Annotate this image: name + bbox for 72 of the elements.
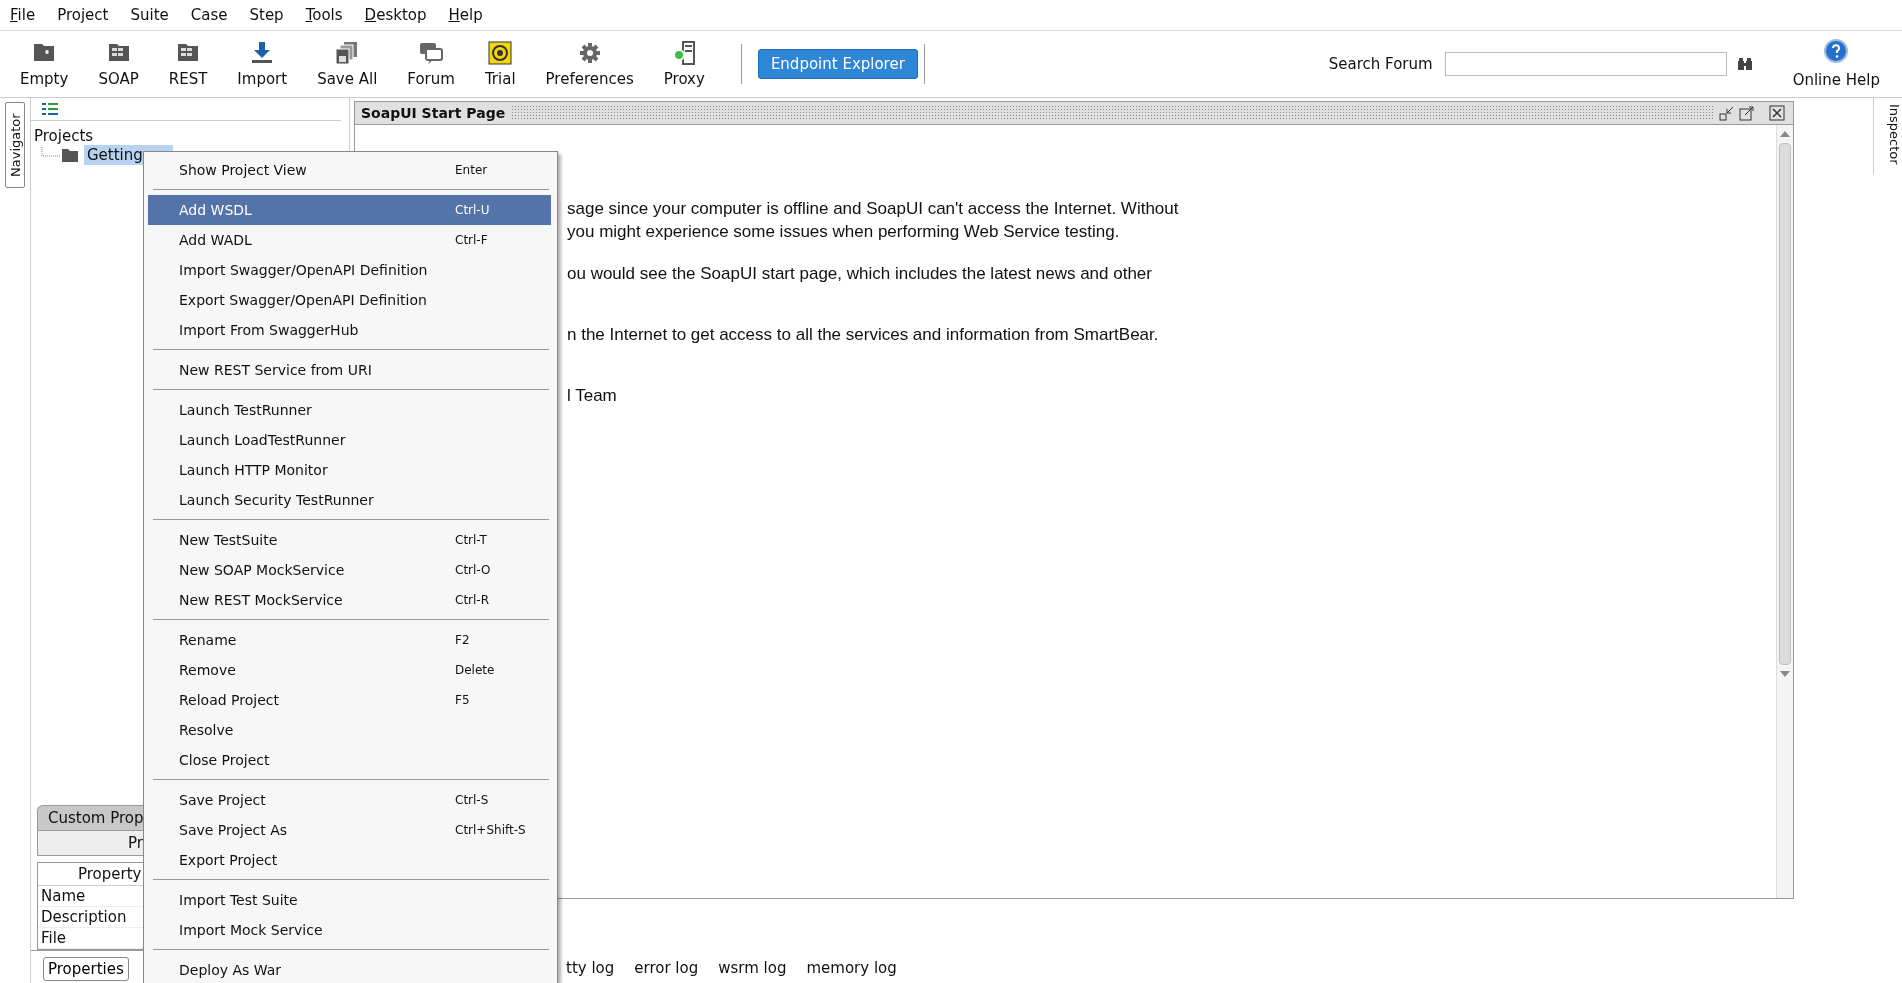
documents-icon	[335, 40, 360, 65]
toolbar-button[interactable]: Empty	[20, 40, 69, 88]
menu-item[interactable]: Launch TestRunner	[148, 395, 551, 425]
menu-item[interactable]: Case	[190, 4, 228, 26]
menu-item[interactable]: Import Swagger/OpenAPI Definition	[148, 255, 551, 285]
properties-button[interactable]: Properties	[43, 957, 129, 981]
menu-item[interactable]: Launch LoadTestRunner	[148, 425, 551, 455]
text-line: l Team	[567, 385, 618, 407]
toolbar-button[interactable]: Proxy	[663, 40, 705, 88]
menu-item[interactable]: New SOAP MockService Ctrl-O	[148, 555, 551, 585]
log-tab[interactable]: wsrm log	[718, 959, 787, 977]
menu-item[interactable]: New REST Service from URI	[148, 355, 551, 385]
tree-connector	[41, 147, 61, 157]
text-line: n the Internet to get access to all the services and information from SmartBear.	[567, 324, 1160, 346]
menu-item[interactable]: Tools	[305, 4, 343, 26]
toolbar-button[interactable]: Save All	[317, 40, 378, 88]
scroll-down-icon[interactable]	[1780, 671, 1790, 677]
minimize-icon[interactable]	[1719, 105, 1735, 121]
text-line: you might experience some issues when performing Web Service testing.	[567, 221, 1121, 243]
menu-item[interactable]: Launch HTTP Monitor	[148, 455, 551, 485]
server-icon	[672, 40, 697, 65]
menu-item[interactable]: Suite	[130, 4, 169, 26]
text-line: ou would see the SoapUI start page, which includes the latest news and other	[567, 263, 1153, 285]
log-tab[interactable]: tty log	[566, 959, 615, 977]
online-help-button[interactable]: Online Help	[1792, 39, 1880, 89]
log-tab[interactable]: memory log	[806, 959, 897, 977]
menu-item[interactable]: Add WSDL Ctrl-U	[148, 195, 551, 225]
endpoint-explorer-button[interactable]: Endpoint Explorer	[757, 49, 918, 79]
toolbar-button[interactable]: Forum	[407, 40, 455, 88]
menu-item[interactable]: File	[10, 4, 36, 26]
toolbar-button[interactable]: Import	[237, 40, 288, 88]
toolbar-button[interactable]: Preferences	[545, 40, 634, 88]
help-icon	[1824, 39, 1849, 63]
menu-item[interactable]: New TestSuite Ctrl-T	[148, 525, 551, 555]
menu-item[interactable]: Desktop	[364, 4, 427, 26]
menu-item[interactable]: Import From SwaggerHub	[148, 315, 551, 345]
download-icon	[250, 40, 275, 65]
menu-item[interactable]: Export Swagger/OpenAPI Definition	[148, 285, 551, 315]
badge-icon	[488, 40, 513, 65]
menu-item[interactable]: Deploy As War	[148, 955, 551, 983]
tree-item[interactable]: Projects	[31, 127, 94, 145]
menu-item[interactable]: Project	[57, 4, 109, 26]
menu-item[interactable]: Resolve	[148, 715, 551, 745]
scroll-thumb[interactable]	[1779, 143, 1791, 665]
menu-item[interactable]: Launch Security TestRunner	[148, 485, 551, 515]
settings-icon	[577, 40, 602, 65]
panel-title: SoapUI Start Page	[360, 105, 507, 121]
menu-item[interactable]: Step	[249, 4, 284, 26]
menu-item[interactable]: New REST MockService Ctrl-R	[148, 585, 551, 615]
close-icon[interactable]	[1769, 105, 1785, 121]
toolbar-button[interactable]: SOAP	[98, 40, 139, 88]
search-label: Search Forum	[1328, 55, 1433, 73]
menu-item[interactable]: Close Project	[148, 745, 551, 775]
log-tab[interactable]: error log	[634, 959, 699, 977]
scrollbar[interactable]	[1776, 125, 1793, 898]
text-line: sage since your computer is offline and SoapUI can't access the Internet. Without	[567, 198, 1180, 220]
menu-item[interactable]: Remove Delete	[148, 655, 551, 685]
toolbar-button[interactable]: REST	[168, 40, 208, 88]
scroll-up-icon[interactable]	[1780, 131, 1790, 137]
folder-icon	[61, 147, 79, 163]
maximize-icon[interactable]	[1739, 105, 1755, 121]
inspector-tab[interactable]: Inspector	[1873, 98, 1902, 174]
menu-item[interactable]: Reload Project F5	[148, 685, 551, 715]
navigator-tab[interactable]: Navigator	[5, 102, 25, 188]
search-field[interactable]	[1444, 52, 1727, 76]
toolbar-button[interactable]: Trial	[484, 40, 516, 88]
menu-item[interactable]: Help	[448, 4, 483, 26]
list-icon[interactable]	[42, 103, 58, 115]
binoculars-icon[interactable]	[1736, 57, 1753, 71]
menu-item[interactable]: Add WADL Ctrl-F	[148, 225, 551, 255]
speech-bubbles-icon	[419, 40, 444, 65]
menu-item[interactable]: Rename F2	[148, 625, 551, 655]
